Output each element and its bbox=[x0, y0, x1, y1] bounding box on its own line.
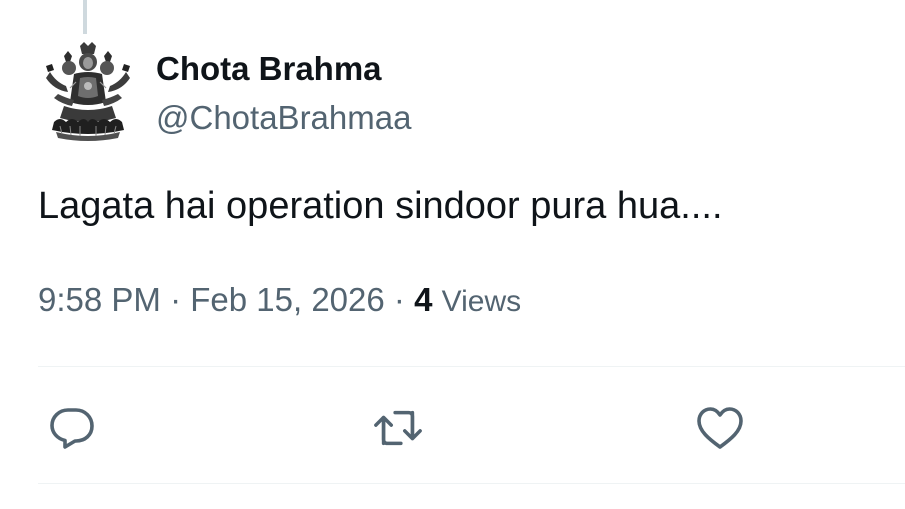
views-label: Views bbox=[441, 285, 522, 318]
author-block: Chota Brahma @ChotaBrahmaa bbox=[156, 50, 411, 137]
avatar[interactable] bbox=[40, 42, 136, 142]
four-faced-deity-avatar-icon bbox=[46, 42, 130, 141]
tweet-date[interactable]: Feb 15, 2026 bbox=[190, 281, 385, 318]
tweet-metadata: 9:58 PM · Feb 15, 2026 · 4 Views bbox=[38, 280, 521, 322]
like-heart-icon bbox=[697, 407, 743, 449]
like-button[interactable] bbox=[694, 402, 746, 454]
retweet-icon bbox=[374, 410, 422, 446]
divider bbox=[38, 483, 905, 484]
thread-connector-line bbox=[83, 0, 87, 34]
views-count: 4 bbox=[414, 281, 433, 318]
author-handle[interactable]: @ChotaBrahmaa bbox=[156, 99, 411, 137]
tweet-time[interactable]: 9:58 PM bbox=[38, 281, 161, 318]
tweet-text: Lagata hai operation sindoor pura hua...… bbox=[38, 185, 723, 227]
meta-separator: · bbox=[393, 281, 405, 318]
reply-icon bbox=[50, 408, 94, 449]
meta-separator: · bbox=[170, 281, 182, 318]
retweet-button[interactable] bbox=[372, 402, 424, 454]
divider bbox=[38, 366, 905, 367]
tweet-detail: Chota Brahma @ChotaBrahmaa Lagata hai op… bbox=[0, 0, 905, 509]
author-display-name[interactable]: Chota Brahma bbox=[156, 50, 411, 88]
reply-button[interactable] bbox=[46, 402, 98, 454]
